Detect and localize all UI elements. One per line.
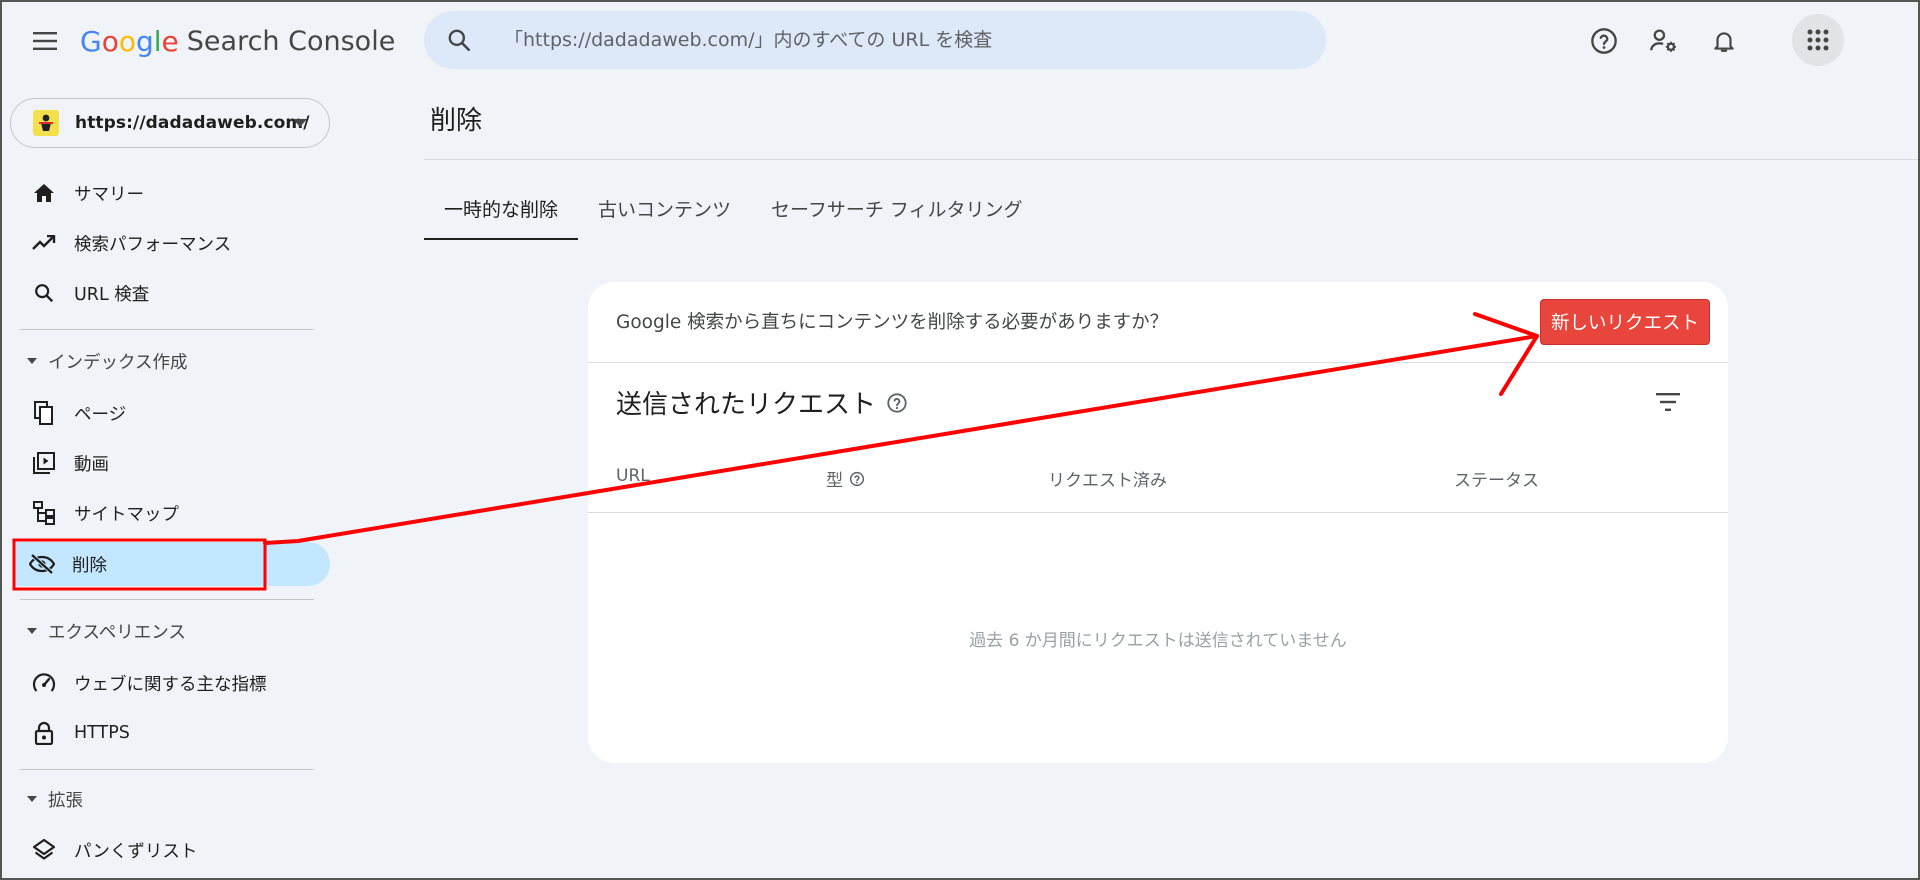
- logo-letter: g: [135, 24, 154, 58]
- help-icon: [1591, 28, 1617, 54]
- removal-tabs: 一時的な削除 古いコンテンツ セーフサーチ フィルタリング: [424, 176, 1043, 240]
- sidebar-item-label: ウェブに関する主な指標: [74, 674, 267, 695]
- filter-button[interactable]: [1648, 382, 1688, 422]
- sidebar-item-https[interactable]: HTTPS: [16, 711, 330, 755]
- section-label: インデックス作成: [48, 352, 188, 373]
- settings-button[interactable]: [1643, 20, 1685, 62]
- sidebar-item-summary[interactable]: サマリー: [16, 171, 330, 215]
- removal-question: Google 検索から直ちにコンテンツを削除する必要がありますか？: [616, 312, 1169, 333]
- table-header-divider: [588, 512, 1728, 513]
- page-title: 削除: [430, 106, 483, 136]
- search-icon: [424, 11, 494, 69]
- eye-off-icon: [28, 550, 56, 578]
- property-selector[interactable]: https://dadadaweb.com/: [10, 98, 330, 148]
- submitted-requests-title: 送信されたリクエスト: [616, 390, 877, 420]
- title-divider: [424, 159, 1920, 160]
- logo-letter: o: [101, 24, 119, 58]
- url-inspection-search[interactable]: [424, 11, 1326, 69]
- column-header-type[interactable]: 型: [826, 466, 865, 491]
- sidebar-item-removals[interactable]: 削除: [14, 542, 330, 586]
- search-icon: [30, 279, 58, 307]
- sidebar-item-label: 動画: [74, 454, 109, 475]
- tab-safesearch-filtering[interactable]: セーフサーチ フィルタリング: [751, 176, 1043, 240]
- sidebar-item-label: パンくずリスト: [74, 841, 198, 862]
- filter-icon: [1656, 393, 1680, 411]
- sidebar-divider: [20, 329, 314, 330]
- google-search-console-logo[interactable]: Google Search Console: [80, 22, 395, 60]
- section-experience[interactable]: エクスペリエンス: [22, 614, 186, 648]
- sidebar-divider: [20, 599, 314, 600]
- column-header-label: 型: [826, 471, 843, 491]
- logo-letter: o: [118, 24, 136, 58]
- trending-up-icon: [30, 229, 58, 257]
- logo-letter: e: [161, 24, 179, 58]
- sidebar-item-url-inspection[interactable]: URL 検査: [16, 271, 330, 315]
- google-apps-button[interactable]: [1792, 14, 1844, 66]
- help-icon: [849, 471, 865, 486]
- bell-icon: [1714, 32, 1734, 52]
- sidebar-item-breadcrumbs[interactable]: パンくずリスト: [16, 828, 330, 872]
- sidebar-item-label: HTTPS: [74, 723, 130, 743]
- layers-icon: [30, 836, 58, 864]
- user-settings-icon: [1650, 29, 1676, 52]
- help-button[interactable]: [1583, 20, 1625, 62]
- submitted-requests-heading: 送信されたリクエスト: [616, 384, 908, 421]
- sidebar-item-label: ページ: [74, 404, 127, 425]
- section-label: 拡張: [48, 790, 83, 811]
- video-icon: [30, 449, 58, 477]
- sidebar-item-video[interactable]: 動画: [16, 441, 330, 485]
- help-icon[interactable]: [886, 392, 908, 414]
- column-header-requested[interactable]: リクエスト済み: [1048, 466, 1167, 491]
- sitemap-icon: [30, 499, 58, 527]
- property-url: https://dadadaweb.com/: [75, 113, 310, 133]
- property-favicon-icon: [33, 110, 59, 136]
- collapse-caret-icon: [27, 628, 37, 634]
- logo-letter: l: [153, 24, 162, 58]
- search-input[interactable]: [504, 29, 1284, 51]
- new-request-button[interactable]: 新しいリクエスト: [1540, 299, 1710, 345]
- sidebar-item-core-web-vitals[interactable]: ウェブに関する主な指標: [16, 661, 330, 705]
- lock-icon: [30, 719, 58, 747]
- sidebar-item-sitemap[interactable]: サイトマップ: [16, 491, 330, 535]
- sidebar-divider: [20, 769, 314, 770]
- section-label: エクスペリエンス: [48, 622, 186, 643]
- removals-card: Google 検索から直ちにコンテンツを削除する必要がありますか？ 新しいリクエ…: [588, 282, 1728, 763]
- empty-state-message: 過去 6 か月間にリクエストは送信されていません: [969, 631, 1347, 651]
- sidebar-item-label: サイトマップ: [74, 504, 179, 525]
- collapse-caret-icon: [27, 358, 37, 364]
- tab-temporary-removals[interactable]: 一時的な削除: [424, 176, 579, 240]
- sidebar-item-label: 削除: [72, 555, 107, 576]
- dropdown-arrow-icon: [293, 119, 307, 127]
- tab-outdated-content[interactable]: 古いコンテンツ: [578, 176, 751, 240]
- apps-grid-icon: [1807, 29, 1829, 51]
- sidebar-item-label: サマリー: [74, 184, 144, 205]
- product-name: Search Console: [186, 25, 396, 57]
- pages-icon: [30, 399, 58, 427]
- speedometer-icon: [30, 669, 58, 697]
- column-header-url[interactable]: URL: [616, 466, 650, 486]
- hamburger-menu-icon: [33, 32, 57, 50]
- sidebar: https://dadadaweb.com/ サマリー 検索パフォーマンス UR…: [0, 82, 340, 880]
- logo-letter: G: [80, 24, 102, 58]
- collapse-caret-icon: [27, 796, 37, 802]
- column-header-status[interactable]: ステータス: [1454, 466, 1539, 491]
- section-enhancements[interactable]: 拡張: [22, 782, 83, 816]
- notifications-button[interactable]: [1703, 20, 1745, 62]
- sidebar-item-label: URL 検査: [74, 284, 150, 305]
- sidebar-item-pages[interactable]: ページ: [16, 391, 330, 435]
- home-icon: [30, 179, 58, 207]
- sidebar-item-label: 検索パフォーマンス: [74, 234, 232, 255]
- section-indexing[interactable]: インデックス作成: [22, 344, 187, 378]
- card-divider: [588, 362, 1728, 363]
- app-header: Google Search Console: [0, 0, 1920, 82]
- sidebar-item-performance[interactable]: 検索パフォーマンス: [16, 221, 330, 265]
- main-menu-button[interactable]: [26, 22, 64, 60]
